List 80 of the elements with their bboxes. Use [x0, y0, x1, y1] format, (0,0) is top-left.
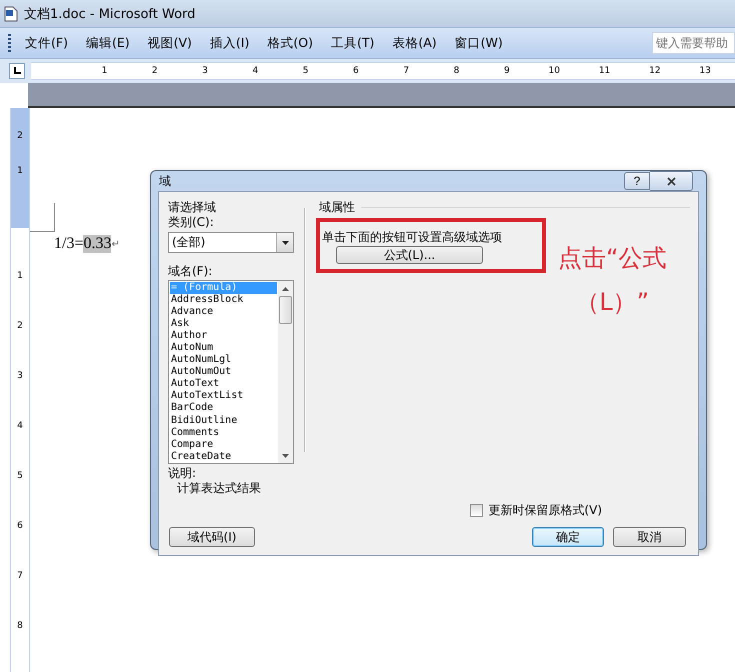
list-item[interactable]: Author	[170, 330, 277, 342]
list-item[interactable]: Advance	[170, 306, 277, 318]
ruler-number: 10	[548, 66, 560, 76]
ruler-number: 4	[17, 420, 23, 432]
list-item[interactable]: BarCode	[170, 402, 277, 415]
ruler-number: 3	[17, 370, 23, 382]
scrollbar[interactable]	[278, 281, 293, 463]
close-button[interactable]	[650, 171, 693, 191]
window-title: 文档1.doc - Microsoft Word	[24, 6, 196, 22]
menu-item[interactable]: 编辑(E)	[78, 32, 138, 54]
ruler-number: 4	[251, 66, 258, 76]
cancel-button[interactable]: 取消	[613, 527, 686, 547]
help-button[interactable]: ?	[624, 172, 650, 190]
scroll-thumb[interactable]	[279, 296, 292, 324]
list-item[interactable]: AutoNum	[170, 342, 277, 354]
description-label: 说明:	[168, 466, 198, 481]
ruler-number: 12	[648, 66, 661, 76]
description-text: 计算表达式结果	[176, 481, 262, 496]
ruler-number: 2	[17, 130, 23, 142]
hint-text: 单击下面的按钮可设置高级域选项	[322, 230, 503, 245]
menu-item[interactable]: 格式(O)	[259, 32, 321, 54]
menu-item[interactable]: 窗口(W)	[446, 32, 511, 54]
category-label: 类别(C):	[168, 215, 215, 230]
ruler-number: 3	[201, 66, 208, 76]
ruler-number: 6	[352, 66, 359, 76]
ruler-number: 1	[100, 66, 108, 76]
ruler-number: 8	[17, 620, 23, 632]
close-icon	[666, 176, 676, 186]
scroll-up-icon	[282, 286, 289, 290]
ruler-number: 2	[17, 320, 23, 332]
ruler-number: 2	[150, 66, 158, 76]
list-item[interactable]: AutoTextList	[170, 390, 277, 402]
ruler-number: 7	[17, 570, 23, 582]
paragraph-mark: ↵	[111, 238, 120, 250]
list-item[interactable]: AutoNumLgl	[170, 354, 277, 366]
ruler-number: 9	[502, 66, 510, 76]
ruler-number: 6	[17, 520, 23, 532]
ruler-number: 1	[17, 164, 23, 176]
document-text: 1/3=	[54, 235, 84, 253]
field-codes-button[interactable]: 域代码(I)	[169, 527, 255, 547]
dialog-title: 域	[158, 172, 171, 190]
help-search-field[interactable]: 键入需要帮助	[652, 32, 735, 54]
scroll-down-icon	[282, 454, 289, 458]
menu-item[interactable]: 表格(A)	[384, 32, 445, 54]
left-tab-icon	[13, 67, 21, 75]
group-label: 域属性	[319, 200, 355, 215]
menu-item[interactable]: 插入(I)	[202, 32, 258, 54]
field-result: 0.33	[83, 235, 112, 253]
list-item[interactable]: AutoText	[170, 378, 277, 390]
advanced-options-button[interactable]: 公式(L)...	[336, 246, 483, 264]
checkbox-label: 更新时保留原格式(V)	[488, 502, 602, 519]
toolbar-grip[interactable]	[8, 34, 11, 52]
margin-corner-mark	[30, 203, 55, 232]
ruler-number: 11	[598, 66, 610, 76]
menu-item[interactable]: 文件(F)	[17, 32, 76, 54]
menu-item[interactable]: 工具(T)	[322, 32, 382, 54]
ruler-number: 5	[302, 66, 308, 76]
ruler-number: 5	[17, 470, 23, 482]
document-icon	[4, 6, 18, 22]
list-item[interactable]: Compare	[170, 438, 277, 451]
category-dropdown[interactable]: (全部)	[168, 232, 294, 253]
annotation-text: 点击“公式	[558, 243, 666, 273]
list-item[interactable]: AutoNumOut	[170, 366, 277, 378]
field-names-label: 域名(F):	[168, 264, 214, 279]
ruler-number: 7	[402, 66, 410, 76]
ruler-number: 13	[698, 66, 711, 76]
ruler-number: 1	[17, 270, 23, 282]
list-item[interactable]: CreateDate	[170, 450, 277, 463]
group-label: 请选择域	[168, 200, 217, 215]
dropdown-arrow-icon	[282, 240, 288, 244]
list-item[interactable]: BidiOutline	[170, 414, 277, 427]
tab-selector[interactable]	[9, 63, 25, 79]
ok-button[interactable]: 确定	[532, 527, 604, 547]
list-item[interactable]: Comments	[170, 426, 277, 439]
list-item[interactable]: Ask	[170, 318, 277, 330]
list-item[interactable]: AddressBlock	[170, 294, 277, 306]
annotation-text: （L）”	[575, 287, 650, 317]
checkbox[interactable]	[470, 504, 484, 517]
menu-item[interactable]: 视图(V)	[140, 32, 200, 54]
ruler-number: 8	[452, 66, 460, 76]
